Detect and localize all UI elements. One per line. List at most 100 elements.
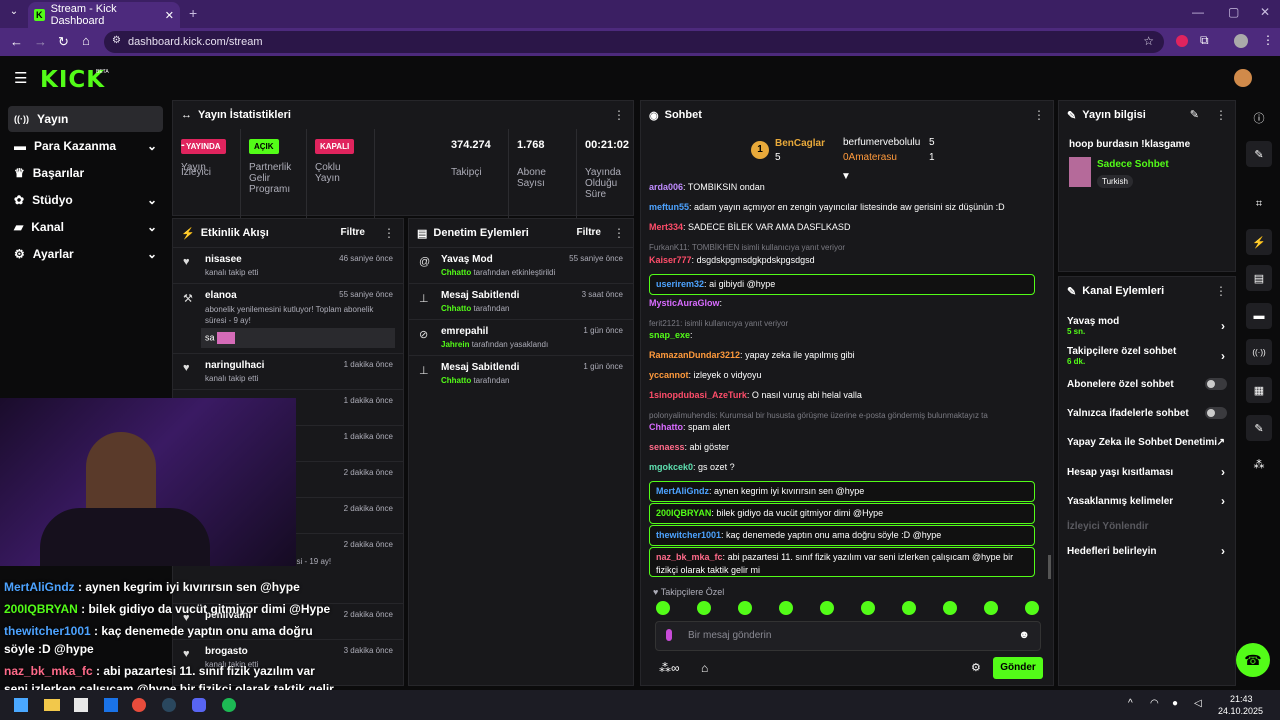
chat-username[interactable]: MertAliGndz: [656, 486, 709, 496]
store-icon[interactable]: ⌂: [701, 661, 708, 675]
mic-icon[interactable]: ●: [1172, 698, 1178, 709]
chat-message[interactable]: 200IQBRYAN: bilek gidiyo da vucüt gitmiy…: [649, 503, 1035, 524]
chat-message[interactable]: Kaiser777: dsgdskpgmsdgkpdskpgsdgsd: [649, 254, 1035, 267]
chat-username[interactable]: Mert334: [649, 222, 683, 232]
chat-username[interactable]: Kaiser777: [649, 255, 692, 265]
discord-icon[interactable]: [192, 698, 206, 712]
chat-username[interactable]: meftun55: [649, 202, 689, 212]
emote-icon[interactable]: [820, 601, 834, 615]
capture-icon[interactable]: ⌗: [1246, 191, 1272, 217]
back-icon[interactable]: ←: [10, 34, 23, 49]
chat-message[interactable]: naz_bk_mka_fc: abi pazartesi 11. sınıf f…: [649, 547, 1035, 577]
action-slow-mode[interactable]: Yavaş mod 5 sn. ›: [1059, 311, 1235, 341]
clipboard-icon[interactable]: ▤: [1246, 265, 1272, 291]
chat-message[interactable]: RamazanDundar3212: yapay zeka ile yapılm…: [649, 349, 1035, 362]
mic-icon[interactable]: [666, 629, 672, 641]
chat-username[interactable]: RamazanDundar3212: [649, 350, 740, 360]
store-app-icon[interactable]: [74, 698, 88, 712]
action-account-age[interactable]: Hesap yaşı kısıtlaması ›: [1059, 459, 1235, 485]
reload-icon[interactable]: ↻: [58, 34, 69, 50]
community-icon[interactable]: ⁂: [1246, 451, 1272, 477]
emote-icon[interactable]: [697, 601, 711, 615]
more-options-icon[interactable]: ⋮: [613, 108, 625, 122]
reply-context[interactable]: FurkanK11: TOMBİKHEN isimli kullanıcıya …: [649, 241, 1035, 254]
chat-message[interactable]: meftun55: adam yayın açmıyor en zengin y…: [649, 201, 1035, 214]
lightning-icon[interactable]: ⚡: [1246, 229, 1272, 255]
moderator-name[interactable]: Chhatto: [441, 376, 471, 385]
filter-button[interactable]: Filtre: [577, 227, 601, 238]
nav-para-kazanma[interactable]: ▬ Para Kazanma ⌄: [8, 133, 163, 159]
browser-tab[interactable]: K Stream - Kick Dashboard ✕: [28, 2, 180, 28]
nav-yayin[interactable]: ((·)) Yayın: [8, 106, 163, 132]
chat-message[interactable]: arda006: TOMBIKSIN ondan: [649, 181, 1035, 194]
url-field[interactable]: ⚙ dashboard.kick.com/stream ☆: [104, 31, 1164, 53]
chat-settings-icon[interactable]: ⚙: [971, 661, 981, 674]
tab-close-icon[interactable]: ✕: [165, 9, 174, 22]
moderator-name[interactable]: Jahrein: [441, 340, 469, 349]
chat-username[interactable]: userirem32: [656, 279, 704, 289]
chat-username[interactable]: yccannot: [649, 370, 689, 380]
nav-ayarlar[interactable]: ⚙ Ayarlar ⌄: [8, 241, 163, 267]
info-icon[interactable]: ⓘ: [1246, 105, 1272, 131]
profile-avatar[interactable]: [1234, 34, 1248, 48]
tab-list-icon[interactable]: ⌄: [6, 6, 22, 22]
maximize-button[interactable]: ▢: [1228, 5, 1239, 19]
home-icon[interactable]: ⌂: [82, 33, 90, 48]
more-options-icon[interactable]: ⋮: [613, 226, 625, 240]
wrench-icon[interactable]: ✎: [1246, 415, 1272, 441]
community-icon[interactable]: ⁂∞: [659, 661, 680, 675]
browser-menu-icon[interactable]: ⋮: [1262, 33, 1274, 47]
outlook-icon[interactable]: [104, 698, 118, 712]
more-options-icon[interactable]: ⋮: [1215, 284, 1227, 298]
bookmark-star-icon[interactable]: ☆: [1143, 34, 1154, 48]
chat-icon[interactable]: ▬: [1246, 303, 1272, 329]
chrome-icon[interactable]: [132, 698, 146, 712]
chat-message[interactable]: MysticAuraGlow:: [649, 297, 1035, 310]
file-explorer-icon[interactable]: [44, 699, 60, 711]
category-name[interactable]: Sadece Sohbet: [1097, 159, 1169, 170]
chat-input[interactable]: Bir mesaj gönderin ☻: [655, 621, 1041, 651]
nav-basarilar[interactable]: ♛ Başarılar: [8, 160, 163, 186]
action-goals[interactable]: Hedefleri belirleyin ›: [1059, 538, 1235, 564]
more-options-icon[interactable]: ⋮: [1033, 108, 1045, 122]
subs-only-toggle[interactable]: [1205, 378, 1227, 390]
chat-message[interactable]: Chhatto: spam alert: [649, 421, 1035, 434]
leader-name[interactable]: 0Amaterasu: [843, 152, 897, 163]
clock-time[interactable]: 21:43: [1230, 694, 1253, 704]
emote-icon[interactable]: [738, 601, 752, 615]
chat-message[interactable]: userirem32: ai gibiydi @hype: [649, 274, 1035, 295]
hamburger-menu-icon[interactable]: ☰: [14, 69, 27, 87]
extension-icon[interactable]: [1176, 35, 1188, 47]
leader-name[interactable]: BenCaglar: [775, 138, 825, 149]
action-subs-only[interactable]: Abonelere özel sohbet: [1059, 371, 1235, 397]
action-banned-words[interactable]: Yasaklanmış kelimeler ›: [1059, 488, 1235, 514]
layout-icon[interactable]: ▦: [1246, 377, 1272, 403]
chat-message[interactable]: snap_exe:: [649, 329, 1035, 342]
chat-username[interactable]: mgokcek0: [649, 462, 693, 472]
moderator-name[interactable]: Chhatto: [441, 268, 471, 277]
emote-icon[interactable]: [861, 601, 875, 615]
nav-kanal[interactable]: ▰ Kanal ⌄: [8, 214, 163, 240]
chat-username[interactable]: naz_bk_mka_fc: [656, 552, 723, 562]
forward-icon[interactable]: →: [34, 34, 47, 49]
tray-chevron-icon[interactable]: ^: [1128, 698, 1133, 709]
edit-icon[interactable]: ✎: [1246, 141, 1272, 167]
chat-username[interactable]: 1sinopdubasi_AzeTurk: [649, 390, 747, 400]
site-info-icon[interactable]: ⚙: [112, 35, 121, 46]
extensions-puzzle-icon[interactable]: ⧉: [1200, 33, 1209, 48]
emote-only-toggle[interactable]: [1205, 407, 1227, 419]
event-user[interactable]: nisasee: [205, 254, 242, 265]
volume-icon[interactable]: ◁: [1194, 698, 1202, 709]
chat-username[interactable]: 200IQBRYAN: [656, 508, 711, 518]
emote-icon[interactable]: [943, 601, 957, 615]
event-title[interactable]: emrepahil: [441, 326, 488, 337]
more-options-icon[interactable]: ⋮: [383, 226, 395, 240]
chat-username[interactable]: arda006: [649, 182, 683, 192]
windows-start-icon[interactable]: [14, 698, 28, 712]
chat-message[interactable]: 1sinopdubasi_AzeTurk: O nasıl vuruş abi …: [649, 389, 1035, 402]
leader-name[interactable]: berfumervebolulu: [843, 137, 920, 148]
wifi-icon[interactable]: ◠: [1150, 698, 1159, 709]
chat-username[interactable]: senaess: [649, 442, 685, 452]
close-window-button[interactable]: ✕: [1260, 5, 1270, 19]
new-tab-button[interactable]: +: [189, 5, 197, 21]
